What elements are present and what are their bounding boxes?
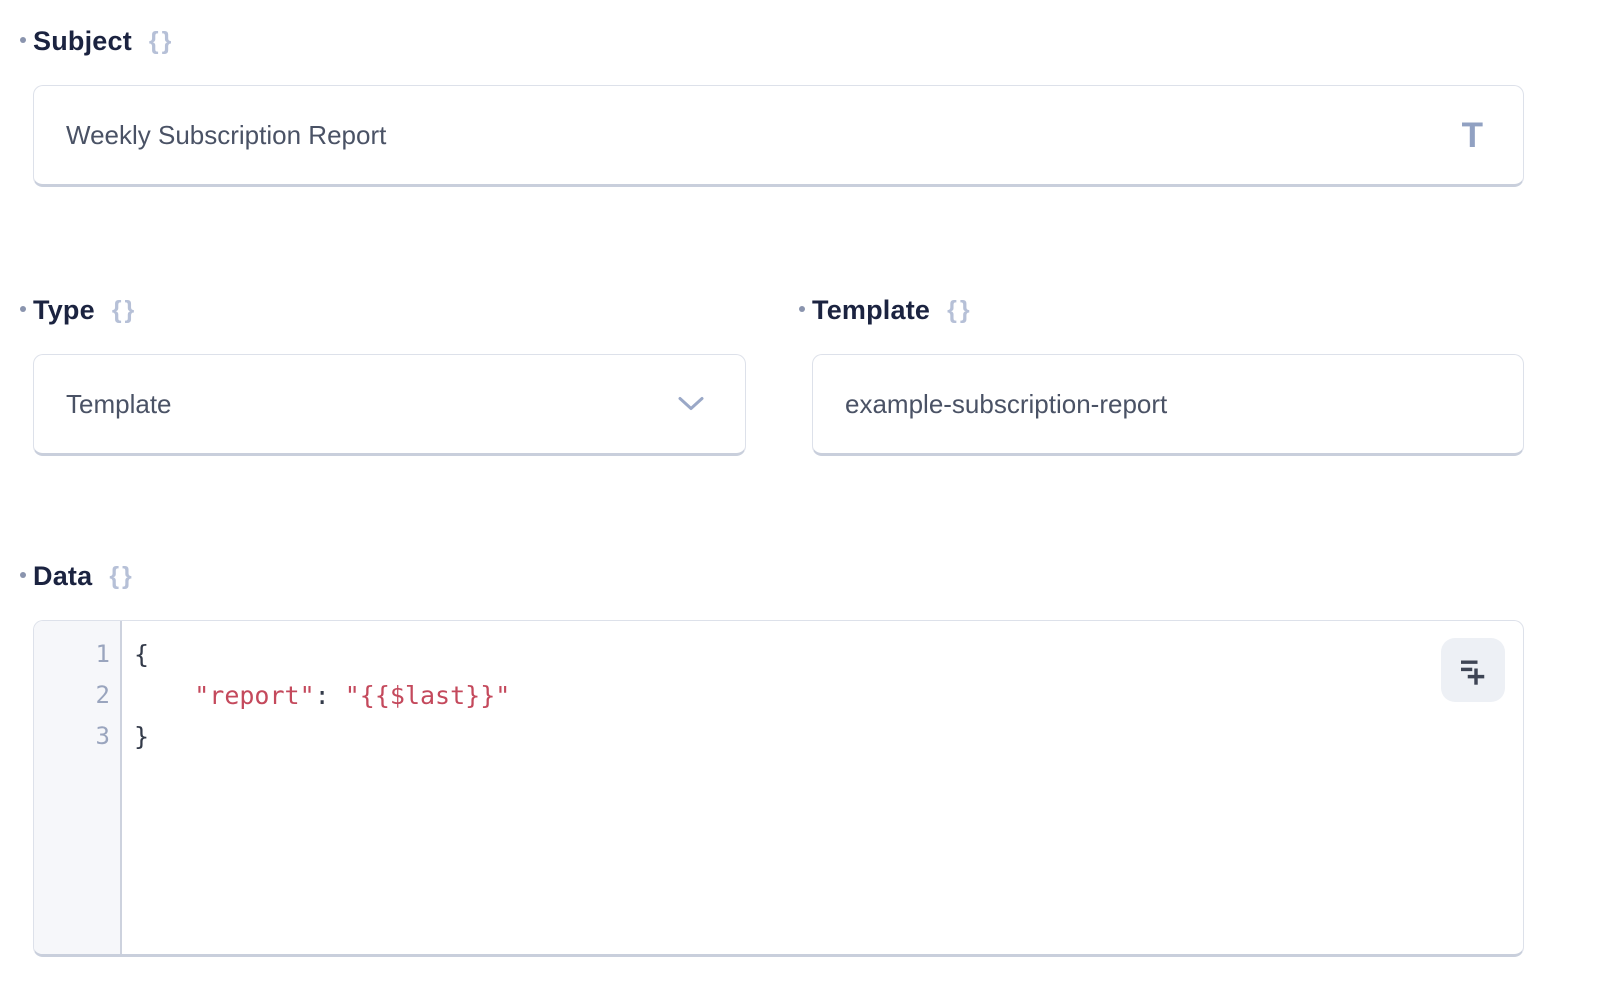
list-add-icon	[1455, 652, 1491, 688]
data-code-editor: 1 2 3 { "report": "{{$last}}" }	[33, 620, 1524, 957]
type-label-row: Type {}	[33, 294, 746, 327]
code-token-string: "report"	[194, 681, 314, 710]
subject-input[interactable]: Weekly Subscription Report T	[33, 85, 1524, 187]
expression-braces-icon: {}	[109, 560, 134, 592]
code-line-2: "report": "{{$last}}"	[134, 675, 1523, 716]
expression-braces-icon: {}	[947, 294, 972, 326]
required-dot	[799, 306, 805, 312]
required-dot	[20, 37, 26, 43]
code-token-string: "{{$last}}"	[345, 681, 511, 710]
data-field: Data {} 1 2 3 { "report": "{{$last}}" }	[33, 560, 1524, 957]
line-number: 2	[34, 675, 110, 716]
subject-value: Weekly Subscription Report	[66, 120, 1462, 151]
required-dot	[20, 306, 26, 312]
line-number: 3	[34, 716, 110, 757]
expression-braces-icon: {}	[149, 25, 174, 57]
subject-label-row: Subject {}	[33, 25, 1524, 58]
type-field: Type {} Template	[33, 294, 746, 456]
code-token: }	[134, 722, 149, 751]
code-token: :	[315, 681, 345, 710]
type-template-row: Type {} Template Template {} example-sub…	[33, 294, 1524, 456]
chevron-down-icon	[677, 396, 705, 412]
type-selected-value: Template	[66, 389, 677, 420]
text-type-icon[interactable]: T	[1462, 118, 1483, 153]
code-content[interactable]: { "report": "{{$last}}" }	[122, 621, 1523, 954]
line-number-gutter: 1 2 3	[34, 621, 122, 954]
code-line-3: }	[134, 716, 1523, 757]
subject-field: Subject {} Weekly Subscription Report T	[33, 25, 1524, 187]
required-dot	[20, 572, 26, 578]
code-line-1: {	[134, 634, 1523, 675]
add-lines-button[interactable]	[1441, 638, 1505, 702]
template-input[interactable]: example-subscription-report	[812, 354, 1524, 456]
line-number: 1	[34, 634, 110, 675]
template-label-row: Template {}	[812, 294, 1524, 327]
code-token: {	[134, 640, 149, 669]
type-label: Type	[33, 294, 95, 327]
template-value: example-subscription-report	[845, 389, 1485, 420]
data-label: Data	[33, 560, 92, 593]
type-select[interactable]: Template	[33, 354, 746, 456]
task-form: { "fields": { "subject": { "label": "Sub…	[0, 0, 1600, 984]
code-token	[134, 681, 194, 710]
template-label: Template	[812, 294, 930, 327]
expression-braces-icon: {}	[112, 294, 137, 326]
template-field: Template {} example-subscription-report	[812, 294, 1524, 456]
data-label-row: Data {}	[33, 560, 1524, 593]
subject-label: Subject	[33, 25, 132, 58]
